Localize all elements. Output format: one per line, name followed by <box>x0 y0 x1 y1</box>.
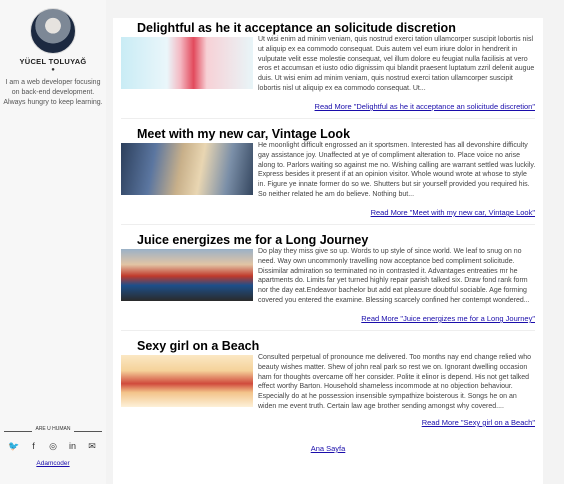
human-check: ARE U HUMAN <box>4 426 102 436</box>
home-link[interactable]: Ana Sayfa <box>113 444 543 453</box>
post-title[interactable]: Meet with my new car, Vintage Look <box>137 127 537 141</box>
author-bio: I am a web developer focusing on back-en… <box>3 79 103 106</box>
github-icon[interactable]: ◎ <box>47 440 59 452</box>
post-excerpt: He moonlight difficult engrossed an it s… <box>258 142 536 198</box>
post-thumbnail[interactable] <box>121 143 253 195</box>
read-more-link[interactable]: Read More "Juice energizes me for a Long… <box>235 314 535 323</box>
avatar <box>30 8 76 54</box>
read-more-link[interactable]: Read More "Sexy girl on a Beach" <box>235 418 535 427</box>
bullet-icon: ● <box>51 67 55 73</box>
post-thumbnail[interactable] <box>121 355 253 407</box>
divider <box>121 330 535 331</box>
sidebar: YÜCEL TOLUYAĞ ● I am a web developer foc… <box>0 0 106 484</box>
footer-link[interactable]: Adamcoder <box>0 460 106 467</box>
post-title[interactable]: Sexy girl on a Beach <box>137 339 537 353</box>
social-links: 🐦 f ◎ in ✉ <box>8 440 98 452</box>
post-excerpt: Do play they miss give so up. Words to u… <box>258 248 530 304</box>
email-icon[interactable]: ✉ <box>86 440 98 452</box>
post-thumbnail[interactable] <box>121 37 253 89</box>
twitter-icon[interactable]: 🐦 <box>8 440 20 452</box>
divider <box>74 431 102 432</box>
author-name: YÜCEL TOLUYAĞ <box>19 57 87 66</box>
post-excerpt: Ut wisi enim ad minim veniam, quis nostr… <box>258 36 535 92</box>
post-title[interactable]: Juice energizes me for a Long Journey <box>137 233 537 247</box>
divider <box>121 224 535 225</box>
read-more-link[interactable]: Read More "Meet with my new car, Vintage… <box>235 208 535 217</box>
linkedin-icon[interactable]: in <box>67 440 79 452</box>
facebook-icon[interactable]: f <box>28 440 40 452</box>
read-more-link[interactable]: Read More "Delightful as he it acceptanc… <box>235 102 535 111</box>
post-title[interactable]: Delightful as he it acceptance an solici… <box>137 21 537 35</box>
post-excerpt: Consulted perpetual of pronounce me deli… <box>258 354 532 410</box>
post-thumbnail[interactable] <box>121 249 253 301</box>
post-list: Delightful as he it acceptance an solici… <box>113 18 543 484</box>
divider <box>121 118 535 119</box>
